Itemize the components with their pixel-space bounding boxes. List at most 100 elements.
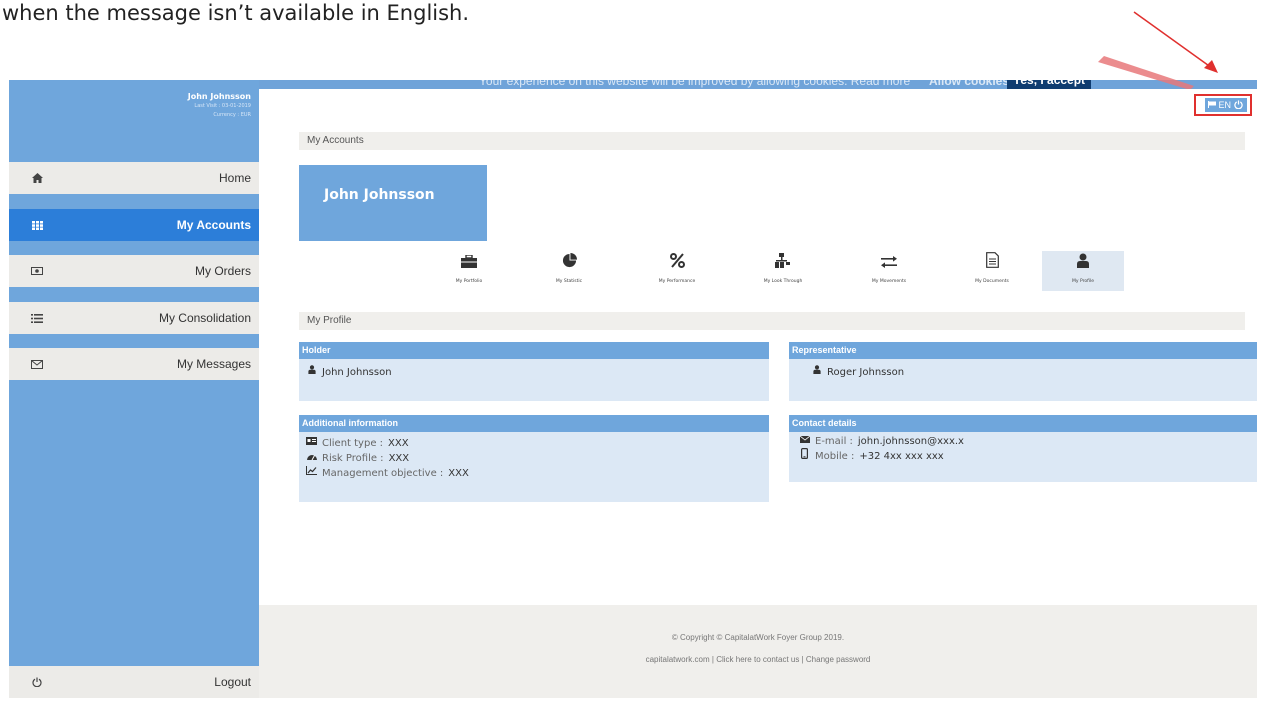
contact-panel: Contact details E-mail : john.johnsson@x… (789, 415, 1257, 482)
home-icon (29, 171, 45, 185)
sidebar-item-label: My Consolidation (158, 311, 251, 325)
sidebar-item-my-messages[interactable]: My Messages (9, 348, 259, 380)
footer-links: capitalatwork.com | Click here to contac… (259, 655, 1257, 664)
user-icon (811, 365, 822, 380)
logout-button[interactable]: Logout (9, 666, 259, 698)
sidebar-item-label: My Orders (194, 264, 251, 278)
tab-label: My Performance (658, 279, 696, 284)
tab-label: My Movements (871, 279, 907, 284)
envelope-icon (29, 357, 45, 371)
client-type-value: XXX (388, 438, 409, 449)
footer-link-password[interactable]: Change password (806, 655, 870, 664)
percent-icon (636, 251, 718, 275)
footer: © Copyright © CapitalatWork Foyer Group … (259, 605, 1257, 698)
objective-value: XXX (448, 468, 469, 479)
logout-label: Logout (214, 675, 251, 689)
representative-name: Roger Johnsson (827, 367, 905, 378)
section-title-profile: My Profile (299, 312, 1245, 330)
mobile-value: +32 4xx xxx xxx (859, 451, 944, 462)
sidebar-item-label: My Accounts (176, 218, 251, 232)
sidebar-item-label: Home (218, 171, 251, 185)
footer-link-contact[interactable]: Click here to contact us (716, 655, 799, 664)
line-chart-icon (306, 466, 317, 481)
tab-my-portfolio[interactable]: My Portfolio (428, 251, 510, 291)
tab-my-documents[interactable]: My Documents (951, 251, 1033, 291)
mobile-phone-icon (799, 448, 810, 465)
document-icon (951, 251, 1033, 275)
user-icon (306, 365, 317, 380)
user-info: John Johnsson Last Visit : 03-01-2019 Cu… (9, 80, 259, 160)
annotation-arrow (1133, 11, 1218, 73)
risk-profile-label: Risk Profile : (322, 453, 384, 464)
flag-icon (1208, 100, 1217, 110)
representative-panel: Representative Roger Johnsson (789, 342, 1257, 401)
panel-title: Representative (789, 342, 1257, 359)
sidebar-item-home[interactable]: Home (9, 162, 259, 194)
cookie-message: Your experience on this website will be … (479, 80, 911, 88)
additional-info-panel: Additional information Client type : XXX… (299, 415, 769, 502)
representative-row: Roger Johnsson (789, 365, 1257, 380)
tab-my-look-through[interactable]: My Look Through (742, 251, 824, 291)
user-currency: Currency : EUR (213, 112, 251, 118)
client-type-row: Client type : XXX (299, 436, 769, 451)
sidebar-item-label: My Messages (176, 357, 251, 371)
email-row: E-mail : john.johnsson@xxx.x (789, 434, 1257, 449)
tab-label: My Documents (975, 279, 1009, 284)
section-title-accounts: My Accounts (299, 132, 1245, 150)
gauge-icon (306, 451, 317, 466)
cookie-banner: Your experience on this website will be … (259, 80, 1257, 89)
tab-my-performance[interactable]: My Performance (636, 251, 718, 291)
sidebar-item-my-orders[interactable]: My Orders (9, 255, 259, 287)
language-switcher[interactable]: EN (1205, 98, 1247, 112)
sitemap-icon (742, 251, 824, 275)
briefcase-icon (428, 251, 510, 275)
power-icon[interactable] (1233, 99, 1244, 111)
tab-my-movements[interactable]: My Movements (848, 251, 930, 291)
user-icon (1042, 251, 1124, 275)
holder-panel: Holder John Johnsson (299, 342, 769, 401)
tab-label: My Statistic (555, 279, 583, 284)
sidebar-item-my-accounts[interactable]: My Accounts (9, 209, 259, 241)
user-last-visit: Last Visit : 03-01-2019 (194, 103, 251, 109)
envelope-icon (799, 434, 810, 449)
cookie-allow-label: Allow cookies! (929, 80, 1014, 88)
language-highlight: EN (1194, 94, 1252, 116)
objective-label: Management objective : (322, 468, 444, 479)
mobile-label: Mobile : (815, 451, 855, 462)
email-value[interactable]: john.johnsson@xxx.x (858, 434, 964, 449)
main-content: EN My Accounts John Johnsson My Portfoli… (259, 89, 1257, 698)
account-card[interactable]: John Johnsson (299, 165, 487, 241)
language-code[interactable]: EN (1218, 100, 1231, 110)
client-type-label: Client type : (322, 438, 384, 449)
money-icon (29, 264, 45, 278)
holder-row: John Johnsson (299, 365, 769, 380)
objective-row: Management objective : XXX (299, 466, 769, 481)
power-icon (29, 675, 45, 689)
sidebar-item-my-consolidation[interactable]: My Consolidation (9, 302, 259, 334)
mobile-row: Mobile : +32 4xx xxx xxx (789, 448, 1257, 465)
panel-title: Additional information (299, 415, 769, 432)
cookie-accept-button[interactable]: Yes, I accept (1007, 80, 1092, 89)
panel-title: Holder (299, 342, 769, 359)
tab-label: My Profile (1072, 279, 1094, 284)
tab-label: My Look Through (763, 279, 803, 284)
holder-name: John Johnsson (322, 367, 392, 378)
tab-label: My Portfolio (455, 279, 483, 284)
user-name: John Johnsson (187, 92, 251, 101)
document-caption: when the message isn’t available in Engl… (2, 1, 470, 25)
sidebar: John Johnsson Last Visit : 03-01-2019 Cu… (9, 80, 259, 698)
list-icon (29, 311, 45, 325)
pie-chart-icon (528, 251, 610, 275)
risk-profile-value: XXX (388, 453, 410, 464)
tab-my-profile[interactable]: My Profile (1042, 251, 1124, 291)
panel-title: Contact details (789, 415, 1257, 432)
exchange-icon (848, 251, 930, 275)
id-card-icon (306, 436, 317, 451)
footer-link-site[interactable]: capitalatwork.com (646, 655, 710, 664)
copyright-text: © Copyright © CapitalatWork Foyer Group … (671, 633, 845, 642)
tab-my-statistic[interactable]: My Statistic (528, 251, 610, 291)
screenshot-root: when the message isn’t available in Engl… (0, 0, 1268, 702)
risk-profile-row: Risk Profile : XXX (299, 451, 769, 466)
email-label: E-mail : (815, 436, 853, 447)
grid-icon (29, 218, 45, 232)
